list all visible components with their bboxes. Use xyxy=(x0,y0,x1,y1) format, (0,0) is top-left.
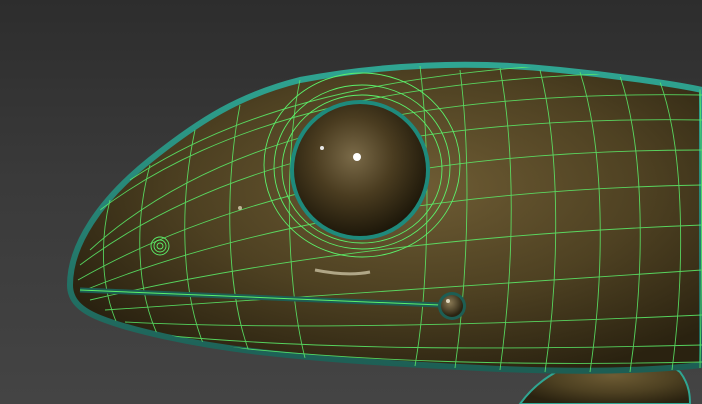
eye[interactable] xyxy=(290,100,430,240)
render-scene[interactable] xyxy=(0,0,702,404)
eye-highlight xyxy=(353,153,361,161)
brow-highlight xyxy=(238,206,242,210)
eye-highlight-small xyxy=(320,146,324,150)
3d-viewport[interactable] xyxy=(0,0,702,404)
mouth-corner-nub[interactable] xyxy=(438,292,466,320)
